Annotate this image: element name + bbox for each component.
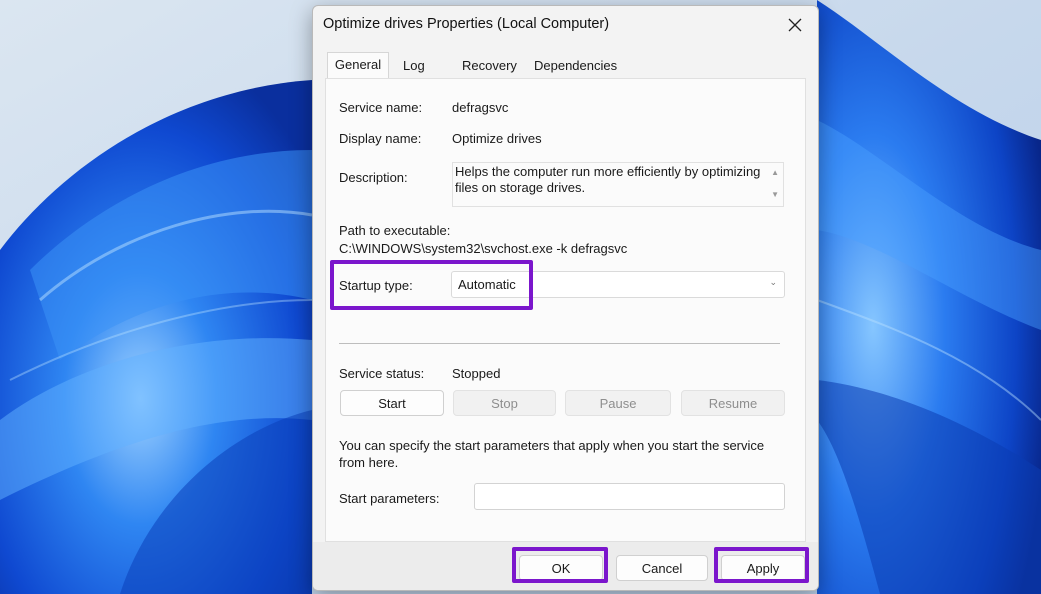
start-parameters-input[interactable] (474, 483, 785, 510)
path-label: Path to executable: (339, 223, 451, 238)
tab-dependencies[interactable]: Dependencies (534, 55, 617, 77)
pause-button[interactable]: Pause (565, 390, 671, 416)
service-status-value: Stopped (452, 366, 501, 381)
scroll-up-arrow-icon[interactable]: ▲ (771, 168, 779, 177)
path-value: C:\WINDOWS\system32\svchost.exe -k defra… (339, 241, 628, 256)
close-button[interactable] (772, 6, 818, 44)
cancel-button[interactable]: Cancel (616, 555, 708, 581)
display-name-value: Optimize drives (452, 131, 542, 146)
description-text: Helps the computer run more efficiently … (455, 164, 761, 195)
resume-button[interactable]: Resume (681, 390, 785, 416)
dialog-footer: OK Cancel Apply (313, 542, 818, 590)
startup-type-label: Startup type: (339, 278, 413, 293)
chevron-down-icon: ⌄ (769, 277, 777, 287)
scroll-down-arrow-icon[interactable]: ▼ (771, 190, 779, 199)
startup-type-value: Automatic (458, 277, 516, 292)
start-parameters-info: You can specify the start parameters tha… (339, 438, 765, 470)
service-name-value: defragsvc (452, 100, 509, 115)
section-divider (339, 343, 780, 344)
tab-log-on[interactable]: Log On (403, 55, 425, 95)
service-status-label: Service status: (339, 366, 425, 381)
display-name-label: Display name: (339, 131, 422, 146)
description-label: Description: (339, 170, 408, 185)
dialog-title: Optimize drives Properties (Local Comput… (323, 16, 610, 32)
startup-type-select[interactable]: Automatic ⌄ (451, 271, 785, 298)
apply-button[interactable]: Apply (721, 555, 805, 581)
start-parameters-label: Start parameters: (339, 491, 440, 506)
tab-recovery[interactable]: Recovery (462, 55, 517, 77)
service-name-label: Service name: (339, 100, 423, 115)
tab-general[interactable]: General (327, 52, 389, 79)
description-box[interactable]: Helps the computer run more efficiently … (452, 162, 784, 207)
title-bar[interactable]: Optimize drives Properties (Local Comput… (313, 6, 818, 44)
service-properties-dialog: Optimize drives Properties (Local Comput… (312, 5, 819, 591)
ok-button[interactable]: OK (519, 555, 603, 581)
close-icon (788, 18, 802, 32)
start-button[interactable]: Start (340, 390, 444, 416)
general-tab-panel: Service name: defragsvc Display name: Op… (325, 78, 806, 542)
stop-button[interactable]: Stop (453, 390, 556, 416)
